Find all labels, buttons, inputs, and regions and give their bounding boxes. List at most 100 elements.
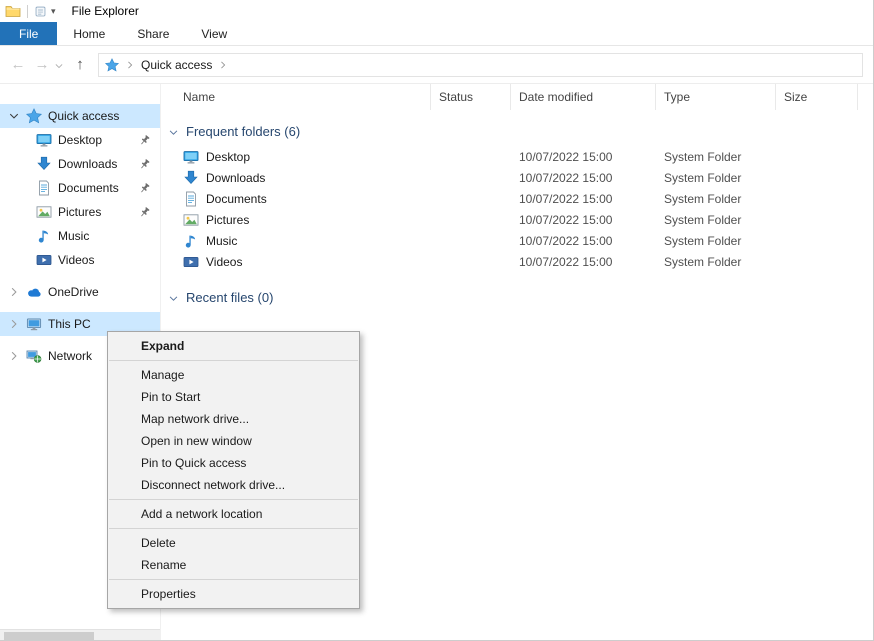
sidebar-item-label: Downloads <box>58 157 117 171</box>
sidebar-item-music[interactable]: Music <box>0 224 160 248</box>
sidebar-item-onedrive[interactable]: OneDrive <box>0 280 160 304</box>
sidebar-item-quick-access[interactable]: Quick access <box>0 104 160 128</box>
sidebar-item-label: This PC <box>48 317 91 331</box>
menu-item-manage[interactable]: Manage <box>108 364 359 386</box>
music-icon <box>183 233 199 249</box>
chevron-down-icon[interactable] <box>168 293 179 304</box>
breadcrumb[interactable]: Quick access <box>141 58 212 72</box>
pictures-icon <box>36 204 52 220</box>
file-row-downloads[interactable]: Downloads 10/07/2022 15:00 System Folder <box>161 167 873 188</box>
sidebar-item-videos[interactable]: Videos <box>0 248 160 272</box>
title-bar: ▾ File Explorer <box>0 0 873 22</box>
menu-item-open-in-new-window[interactable]: Open in new window <box>108 430 359 452</box>
context-menu: Expand Manage Pin to Start Map network d… <box>107 331 360 609</box>
file-name: Pictures <box>206 213 249 227</box>
file-explorer-window: ▾ File Explorer File Home Share View ← →… <box>0 0 874 641</box>
ribbon-tabs: File Home Share View <box>0 22 873 46</box>
sidebar-item-label: Music <box>58 229 89 243</box>
menu-separator <box>109 528 358 529</box>
pin-icon <box>138 206 151 219</box>
forward-icon[interactable]: → <box>30 56 54 73</box>
sidebar-item-label: Quick access <box>48 109 119 123</box>
sidebar-item-label: Desktop <box>58 133 102 147</box>
app-folder-icon <box>5 3 21 19</box>
sidebar-item-label: Videos <box>58 253 94 267</box>
sidebar-item-label: Pictures <box>58 205 101 219</box>
recent-locations-chevron-icon[interactable] <box>54 61 64 71</box>
navigation-bar: ← → ↑ Quick access <box>0 46 873 84</box>
sidebar-item-desktop[interactable]: Desktop <box>0 128 160 152</box>
sidebar-horizontal-scrollbar[interactable] <box>0 629 160 641</box>
chevron-right-icon[interactable] <box>8 286 20 298</box>
file-name: Documents <box>206 192 267 206</box>
file-date-modified: 10/07/2022 15:00 <box>511 150 656 164</box>
group-frequent-folders[interactable]: Frequent folders (6) <box>168 124 873 139</box>
menu-item-pin-to-start[interactable]: Pin to Start <box>108 386 359 408</box>
file-name: Downloads <box>206 171 265 185</box>
music-icon <box>36 228 52 244</box>
quick-access-toolbar-caret-icon[interactable]: ▾ <box>51 6 56 17</box>
column-size[interactable]: Size <box>776 84 858 110</box>
chevron-down-icon[interactable] <box>8 110 20 122</box>
chevron-down-icon[interactable] <box>168 127 179 138</box>
file-name: Music <box>206 234 237 248</box>
up-icon[interactable]: ↑ <box>68 56 92 73</box>
menu-item-delete[interactable]: Delete <box>108 532 359 554</box>
address-bar[interactable]: Quick access <box>98 53 863 77</box>
file-row-music[interactable]: Music 10/07/2022 15:00 System Folder <box>161 230 873 251</box>
file-date-modified: 10/07/2022 15:00 <box>511 234 656 248</box>
sidebar-item-label: OneDrive <box>48 285 99 299</box>
pin-icon <box>138 182 151 195</box>
menu-separator <box>109 360 358 361</box>
sidebar-item-documents[interactable]: Documents <box>0 176 160 200</box>
chevron-right-icon[interactable] <box>8 318 20 330</box>
file-date-modified: 10/07/2022 15:00 <box>511 213 656 227</box>
group-recent-files[interactable]: Recent files (0) <box>168 290 873 305</box>
back-icon[interactable]: ← <box>6 56 30 73</box>
window-title: File Explorer <box>72 4 139 18</box>
file-row-documents[interactable]: Documents 10/07/2022 15:00 System Folder <box>161 188 873 209</box>
chevron-right-icon[interactable] <box>218 60 228 70</box>
quick-access-star-icon <box>105 58 119 72</box>
column-date-modified[interactable]: Date modified <box>511 84 656 110</box>
sidebar-item-pictures[interactable]: Pictures <box>0 200 160 224</box>
sidebar-item-downloads[interactable]: Downloads <box>0 152 160 176</box>
quick-access-star-icon <box>26 108 42 124</box>
file-row-desktop[interactable]: Desktop 10/07/2022 15:00 System Folder <box>161 146 873 167</box>
tab-home[interactable]: Home <box>57 22 121 45</box>
scrollbar-thumb[interactable] <box>4 632 94 640</box>
file-row-pictures[interactable]: Pictures 10/07/2022 15:00 System Folder <box>161 209 873 230</box>
column-name[interactable]: Name <box>161 84 431 110</box>
downloads-icon <box>36 156 52 172</box>
videos-icon <box>183 254 199 270</box>
properties-shortcut-icon[interactable] <box>34 5 47 18</box>
tab-file[interactable]: File <box>0 22 57 45</box>
file-type: System Folder <box>656 150 776 164</box>
menu-item-rename[interactable]: Rename <box>108 554 359 576</box>
file-name: Videos <box>206 255 242 269</box>
group-label: Frequent folders (6) <box>186 124 300 139</box>
group-label: Recent files (0) <box>186 290 273 305</box>
chevron-right-icon[interactable] <box>125 60 135 70</box>
menu-item-disconnect-network-drive[interactable]: Disconnect network drive... <box>108 474 359 496</box>
file-date-modified: 10/07/2022 15:00 <box>511 171 656 185</box>
column-status[interactable]: Status <box>431 84 511 110</box>
sidebar-item-label: Network <box>48 349 92 363</box>
downloads-icon <box>183 170 199 186</box>
menu-item-pin-to-quick-access[interactable]: Pin to Quick access <box>108 452 359 474</box>
tab-share[interactable]: Share <box>121 22 185 45</box>
documents-icon <box>36 180 52 196</box>
menu-item-expand[interactable]: Expand <box>108 335 359 357</box>
menu-separator <box>109 499 358 500</box>
file-row-videos[interactable]: Videos 10/07/2022 15:00 System Folder <box>161 251 873 272</box>
titlebar-separator <box>27 5 28 18</box>
file-type: System Folder <box>656 192 776 206</box>
column-type[interactable]: Type <box>656 84 776 110</box>
chevron-right-icon[interactable] <box>8 350 20 362</box>
menu-item-map-network-drive[interactable]: Map network drive... <box>108 408 359 430</box>
menu-item-add-network-location[interactable]: Add a network location <box>108 503 359 525</box>
menu-item-properties[interactable]: Properties <box>108 583 359 605</box>
column-headers: Name Status Date modified Type Size <box>161 84 873 110</box>
tab-view[interactable]: View <box>185 22 243 45</box>
file-date-modified: 10/07/2022 15:00 <box>511 192 656 206</box>
